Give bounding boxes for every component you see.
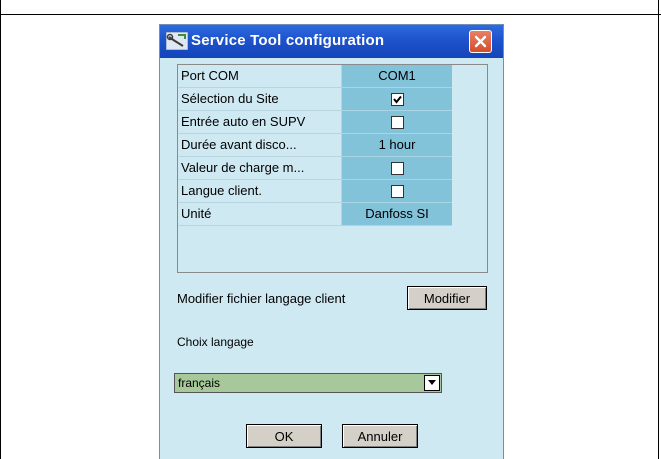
language-selected-value: français bbox=[178, 376, 221, 390]
settings-row: Durée avant disco... 1 hour bbox=[178, 134, 487, 157]
setting-name: Sélection du Site bbox=[178, 88, 342, 111]
settings-row: Unité Danfoss SI bbox=[178, 203, 487, 226]
setting-checkbox[interactable] bbox=[391, 185, 404, 198]
dialog-title: Service Tool configuration bbox=[191, 32, 385, 49]
setting-name: Durée avant disco... bbox=[178, 134, 342, 157]
title-bar[interactable]: Service Tool configuration bbox=[160, 25, 503, 58]
language-select[interactable]: français bbox=[174, 373, 442, 393]
window-border-left bbox=[0, 0, 1, 459]
setting-value[interactable]: COM1 bbox=[342, 65, 452, 88]
cancel-button[interactable]: Annuler bbox=[342, 424, 418, 448]
settings-row: Valeur de charge m... bbox=[178, 157, 487, 180]
setting-name: Langue client. bbox=[178, 180, 342, 203]
setting-value bbox=[342, 88, 452, 111]
setting-name: Valeur de charge m... bbox=[178, 157, 342, 180]
window-border-right bbox=[658, 0, 659, 459]
wrench-tool-icon bbox=[165, 31, 189, 51]
chevron-down-icon bbox=[428, 380, 436, 385]
ok-button[interactable]: OK bbox=[246, 424, 322, 448]
language-choice-label: Choix langage bbox=[177, 335, 254, 349]
settings-row: Sélection du Site bbox=[178, 88, 487, 111]
setting-value[interactable]: Danfoss SI bbox=[342, 203, 452, 226]
setting-checkbox[interactable] bbox=[391, 93, 404, 106]
close-button[interactable] bbox=[469, 30, 492, 53]
setting-value[interactable]: 1 hour bbox=[342, 134, 452, 157]
setting-name: Unité bbox=[178, 203, 342, 226]
background-window-edge bbox=[0, 0, 661, 15]
dropdown-arrow-button[interactable] bbox=[424, 375, 440, 391]
setting-value bbox=[342, 180, 452, 203]
setting-value bbox=[342, 157, 452, 180]
close-icon bbox=[474, 35, 487, 48]
modify-button[interactable]: Modifier bbox=[407, 286, 487, 310]
service-tool-dialog: Service Tool configuration Port COM COM1 S… bbox=[159, 24, 504, 459]
checkmark-icon bbox=[393, 95, 402, 104]
settings-table: Port COM COM1 Sélection du Site Entrée auto… bbox=[177, 64, 488, 273]
modify-language-file-label: Modifier fichier langage client bbox=[177, 291, 346, 306]
setting-value bbox=[342, 111, 452, 134]
settings-row: Port COM COM1 bbox=[178, 65, 487, 88]
setting-name: Entrée auto en SUPV bbox=[178, 111, 342, 134]
setting-name: Port COM bbox=[178, 65, 342, 88]
setting-checkbox[interactable] bbox=[391, 116, 404, 129]
setting-checkbox[interactable] bbox=[391, 162, 404, 175]
settings-row: Entrée auto en SUPV bbox=[178, 111, 487, 134]
settings-row: Langue client. bbox=[178, 180, 487, 203]
